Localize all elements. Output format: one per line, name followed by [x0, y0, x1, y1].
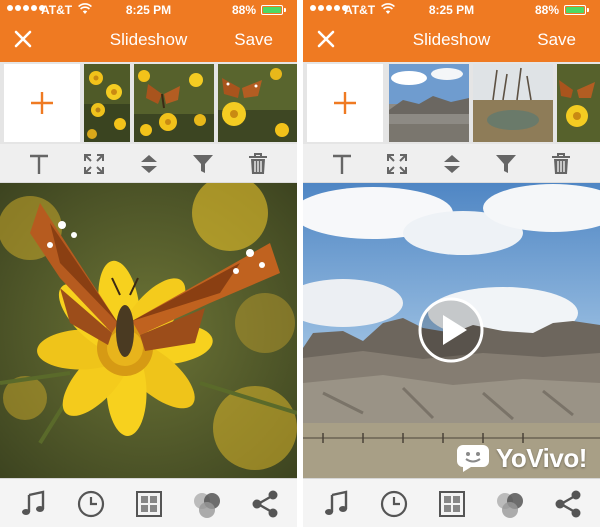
save-button[interactable]: Save [537, 30, 576, 50]
butterfly-thumbnail-image [218, 64, 297, 142]
edit-toolbar [303, 144, 600, 183]
flower-thumbnail-image [84, 64, 130, 142]
yovivo-logo-icon [457, 445, 489, 472]
battery-icon [261, 5, 286, 15]
edit-toolbar [0, 144, 297, 183]
slide-thumbnail[interactable] [84, 64, 130, 142]
crop-icon[interactable] [82, 152, 106, 176]
navigation-bar: Slideshow Save [303, 22, 600, 60]
slide-thumbnail[interactable] [389, 64, 469, 142]
reorder-icon[interactable] [440, 152, 464, 176]
save-button[interactable]: Save [234, 30, 273, 50]
slide-preview[interactable] [0, 183, 297, 478]
slide-thumbnail[interactable] [218, 64, 297, 142]
slide-thumbnail-strip [0, 62, 297, 144]
text-icon[interactable] [27, 152, 51, 176]
phone-screen-left: AT&T 8:25 PM 88% Slideshow Save [0, 0, 297, 527]
app-header: AT&T 8:25 PM 88% Slideshow Save [0, 0, 297, 62]
text-icon[interactable] [330, 152, 354, 176]
layout-icon[interactable] [437, 489, 467, 519]
clock-icon[interactable] [379, 489, 409, 519]
layout-icon[interactable] [134, 489, 164, 519]
music-icon[interactable] [18, 489, 48, 519]
butterfly-photo [0, 183, 297, 478]
filter-icon[interactable] [494, 152, 518, 176]
music-icon[interactable] [321, 489, 351, 519]
slide-thumbnail-strip [303, 62, 600, 144]
trash-icon[interactable] [246, 152, 270, 176]
plus-icon [31, 92, 53, 114]
slide-thumbnail[interactable] [134, 64, 214, 142]
add-slide-button[interactable] [307, 64, 383, 142]
app-header: AT&T 8:25 PM 88% Slideshow Save [303, 0, 600, 62]
navigation-bar: Slideshow Save [0, 22, 297, 60]
battery-percent: 88% [232, 3, 257, 17]
slide-preview[interactable]: YoVivo! [303, 183, 600, 478]
battery-icon [564, 5, 589, 15]
clock-icon[interactable] [76, 489, 106, 519]
add-slide-button[interactable] [4, 64, 80, 142]
share-icon[interactable] [250, 489, 280, 519]
butterfly-thumbnail-image [134, 64, 214, 142]
landscape-thumbnail-image [389, 64, 469, 142]
effects-icon[interactable] [192, 489, 222, 519]
status-bar: AT&T 8:25 PM 88% [303, 0, 600, 20]
watermark-text: YoVivo! [496, 442, 587, 473]
slide-thumbnail[interactable] [473, 64, 553, 142]
bottom-tab-bar [303, 478, 600, 527]
plus-icon [334, 92, 356, 114]
filter-icon[interactable] [191, 152, 215, 176]
butterfly-thumbnail-image [557, 64, 600, 142]
reorder-icon[interactable] [137, 152, 161, 176]
play-icon[interactable] [417, 296, 485, 364]
status-bar: AT&T 8:25 PM 88% [0, 0, 297, 20]
brand-watermark: YoVivo! [455, 441, 587, 475]
phone-screen-right: AT&T 8:25 PM 88% Slideshow Save YoVivo! [303, 0, 600, 527]
effects-icon[interactable] [495, 489, 525, 519]
slide-thumbnail[interactable] [557, 64, 600, 142]
bottom-tab-bar [0, 478, 297, 527]
trash-icon[interactable] [549, 152, 573, 176]
share-icon[interactable] [553, 489, 583, 519]
pond-thumbnail-image [473, 64, 553, 142]
crop-icon[interactable] [385, 152, 409, 176]
battery-percent: 88% [535, 3, 560, 17]
